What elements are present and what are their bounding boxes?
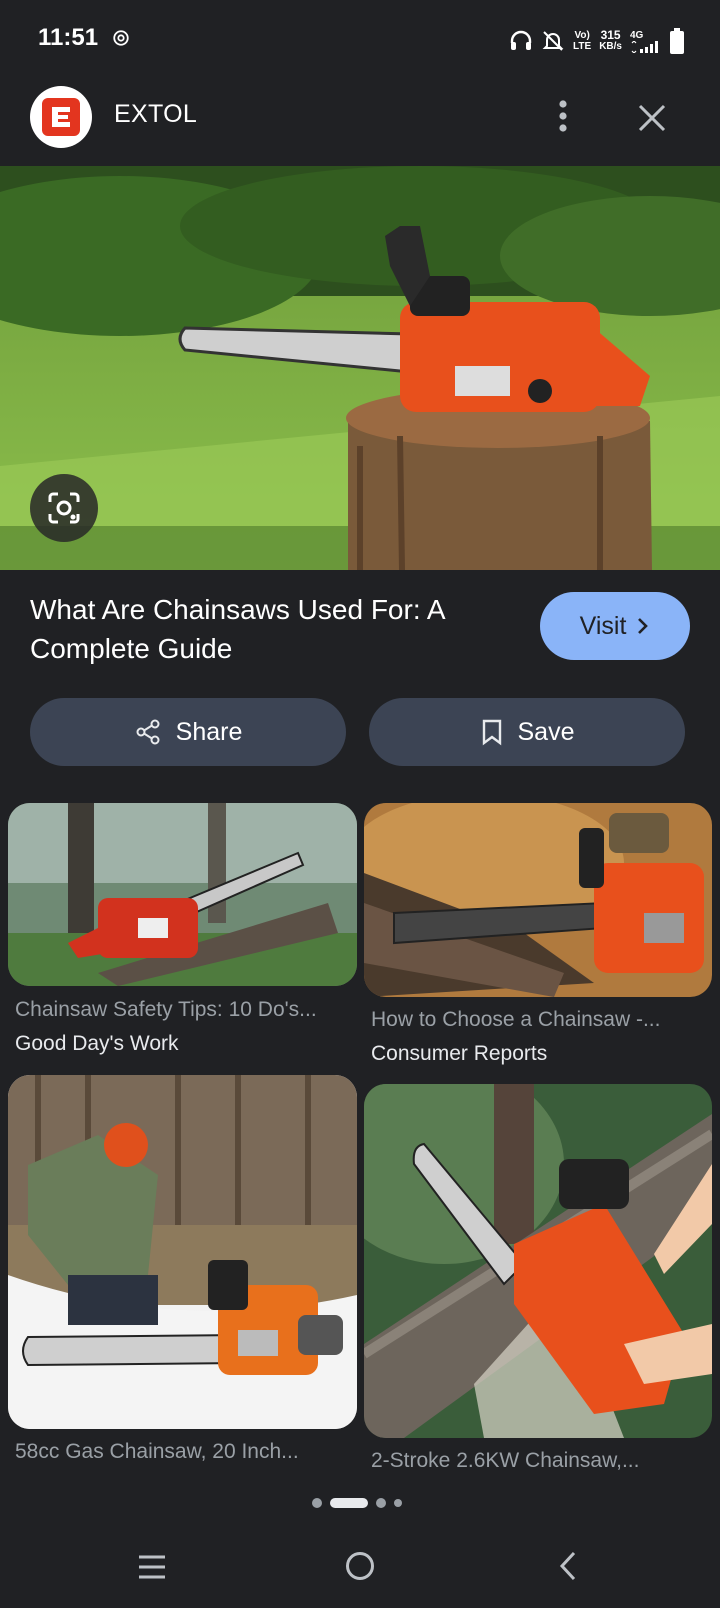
status-bar: 11:51 Vo) LTE 315 KB/s 4G (0, 0, 720, 80)
carousel-dot (376, 1498, 386, 1508)
threads-icon (113, 30, 129, 46)
bell-off-icon (542, 31, 564, 51)
status-icons: Vo) LTE 315 KB/s 4G (509, 26, 684, 56)
related-image[interactable] (364, 803, 712, 997)
related-title[interactable]: 58cc Gas Chainsaw, 20 Inch... (15, 1440, 355, 1464)
related-image[interactable] (8, 1075, 357, 1429)
main-result-image[interactable] (0, 166, 720, 570)
save-button[interactable]: Save (369, 698, 685, 766)
site-logo[interactable] (30, 86, 92, 148)
share-button[interactable]: Share (30, 698, 346, 766)
related-title[interactable]: 2-Stroke 2.6KW Chainsaw,... (371, 1449, 711, 1473)
lens-icon (48, 492, 80, 524)
back-icon[interactable] (556, 1550, 580, 1582)
carousel-dot (312, 1498, 322, 1508)
headphones-icon (510, 30, 532, 50)
carousel-dot-active (330, 1498, 368, 1508)
system-nav-bar (0, 1530, 720, 1608)
close-icon[interactable] (634, 100, 670, 136)
network-indicator: Vo) LTE (573, 30, 592, 52)
share-icon (136, 719, 160, 745)
carousel-dot (394, 1499, 402, 1507)
related-image[interactable] (8, 803, 357, 986)
status-time: 11:51 (38, 24, 99, 51)
save-label: Save (517, 717, 575, 746)
signal-bars-icon (631, 40, 658, 53)
visit-label: Visit (579, 611, 627, 640)
related-title[interactable]: Chainsaw Safety Tips: 10 Do's... (15, 998, 355, 1022)
related-source: Consumer Reports (371, 1042, 548, 1065)
related-image[interactable] (364, 1084, 712, 1438)
related-title[interactable]: How to Choose a Chainsaw -... (371, 1008, 711, 1032)
menu-icon[interactable] (136, 1552, 168, 1582)
signal-indicator: 4G (630, 30, 662, 53)
carousel-indicator (312, 1498, 402, 1508)
chevron-right-icon (638, 618, 649, 634)
bookmark-icon (482, 719, 501, 746)
speed-indicator: 315 KB/s (599, 28, 622, 52)
extol-logo-icon (42, 98, 80, 136)
visit-button[interactable]: Visit (540, 592, 690, 660)
lens-button[interactable] (30, 474, 98, 542)
result-title: What Are Chainsaws Used For: A Complete … (30, 594, 444, 664)
related-source: Good Day's Work (15, 1032, 179, 1055)
site-title: EXTOL (114, 100, 198, 128)
home-icon[interactable] (344, 1550, 376, 1582)
more-vert-icon[interactable] (548, 96, 578, 136)
battery-icon (670, 28, 684, 54)
share-label: Share (175, 717, 243, 746)
